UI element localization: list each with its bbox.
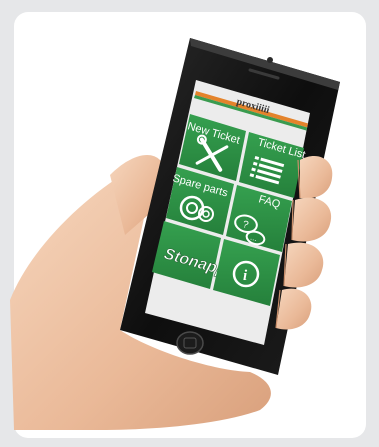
phone-in-hand-photo: proxiiiii New Ticket Ticket List Spare p…: [10, 12, 366, 438]
phone-camera: [267, 57, 273, 63]
photo-frame: proxiiiii New Ticket Ticket List Spare p…: [0, 0, 379, 447]
phone-home-button[interactable]: [176, 331, 204, 355]
